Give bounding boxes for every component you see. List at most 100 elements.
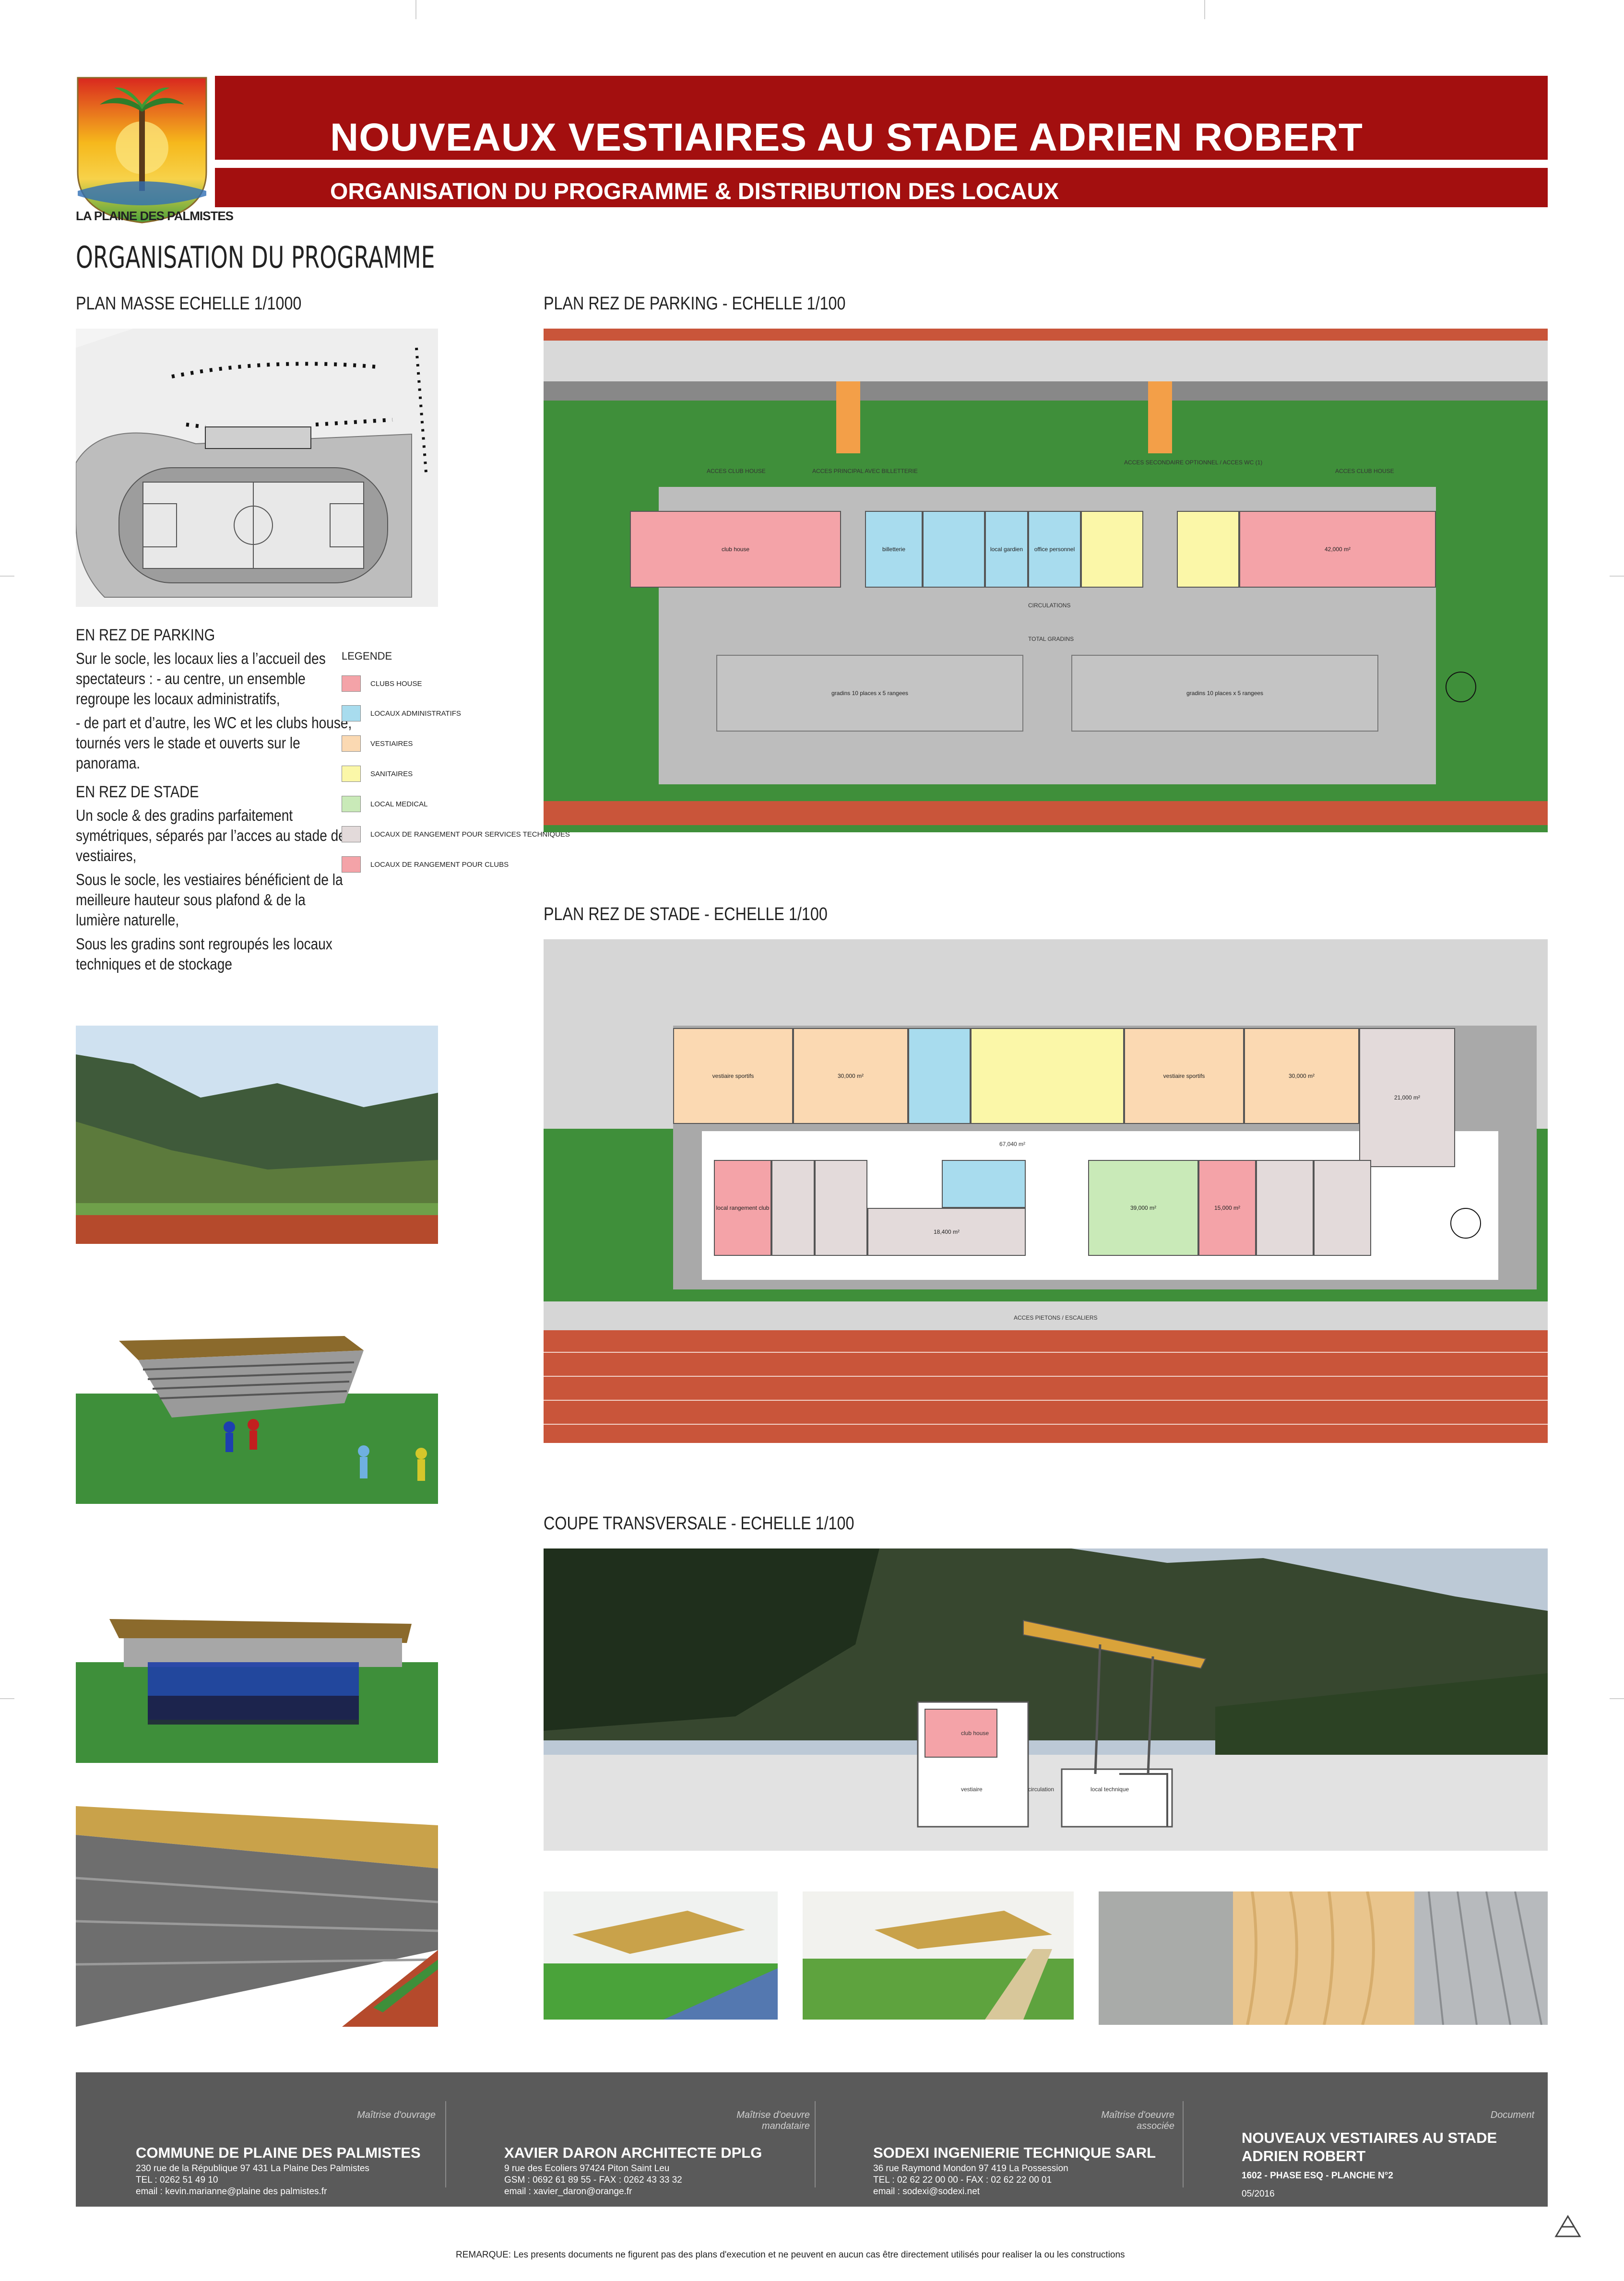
label-acces-club-house: ACCES CLUB HOUSE [707, 468, 766, 474]
logo-caption: LA PLAINE DES PALMISTES [76, 209, 234, 223]
office-personnel-room: office personnel [1028, 511, 1081, 588]
room-label: 30,000 m² [837, 1073, 864, 1079]
material-concrete [1099, 1891, 1233, 2025]
local-medical-room: 39,000 m² [1088, 1160, 1198, 1256]
footer-line: email : sodexi@sodexi.net [873, 2186, 980, 2197]
vmc-room: 18,400 m² [867, 1208, 1026, 1256]
vestiaire-room: vestiaire sportifs [1124, 1028, 1244, 1124]
stade-text-1: Un socle & des gradins parfaitement symé… [76, 806, 353, 864]
footer-name: NOUVEAUX VESTIAIRES AU STADE ADRIEN ROBE… [1242, 2129, 1497, 2164]
legend-swatch [342, 675, 361, 692]
label-acces-club-house: ACCES CLUB HOUSE [1335, 468, 1394, 474]
footer-divider [445, 2101, 446, 2187]
footer-name: COMMUNE DE PLAINE DES PALMISTES [136, 2144, 421, 2161]
room-label: 30,000 m² [1288, 1073, 1315, 1079]
parking-text-1: Sur le socle, les locaux lies a l’accuei… [76, 650, 326, 708]
crop-mark [0, 1698, 14, 1699]
admin-room [942, 1160, 1026, 1208]
storage-room [771, 1160, 815, 1256]
access-path [836, 381, 860, 453]
sanitaires-room [1081, 511, 1143, 588]
storage-room [815, 1160, 867, 1256]
legend-swatch [342, 856, 361, 873]
legend-label: LOCAUX DE RANGEMENT POUR SERVICES TECHNI… [370, 830, 570, 839]
footer-line: 05/2016 [1242, 2189, 1275, 2199]
stade-heading: EN REZ DE STADE [76, 783, 199, 801]
acces-pietons-label: ACCES PIETONS / ESCALIERS [1014, 1314, 1098, 1321]
legend-label: VESTIAIRES [370, 739, 413, 748]
club-house-right: 42,000 m² [1239, 511, 1436, 588]
crop-mark [1610, 576, 1624, 577]
gradins-right: gradins 10 places x 5 rangees [1071, 655, 1378, 732]
municipality-logo [76, 76, 208, 225]
room-label: 18,400 m² [933, 1229, 960, 1235]
rangement-club-room: local rangement club [714, 1160, 771, 1256]
legend-item: LOCAUX DE RANGEMENT POUR SERVICES TECHNI… [342, 826, 570, 842]
parking-plan-title: PLAN REZ DE PARKING - ECHELLE 1/100 [544, 294, 846, 314]
footer-divider [1183, 2101, 1184, 2187]
room-label: gradins 10 places x 5 rangees [1186, 690, 1264, 697]
label-circulations: CIRCULATIONS [1028, 602, 1071, 609]
billetterie-room: billetterie [865, 511, 923, 588]
legend-swatch [342, 735, 361, 752]
room-label: 21,000 m² [1394, 1094, 1421, 1101]
plan-masse-title: PLAN MASSE ECHELLE 1/1000 [76, 294, 302, 314]
sanitaires-room [971, 1028, 1124, 1124]
crop-mark [1610, 1698, 1624, 1699]
legend-label: CLUBS HOUSE [370, 679, 422, 688]
legend-item: LOCAL MEDICAL [342, 796, 427, 812]
footer-line: TEL : 0262 51 49 10 [136, 2175, 218, 2185]
gradins-left: gradins 10 places x 5 rangees [716, 655, 1023, 732]
remark: REMARQUE: Les presents documents ne figu… [456, 2250, 1125, 2260]
room-label: vestiaire sportifs [712, 1073, 754, 1079]
room-label: office personnel [1034, 546, 1075, 553]
footer-line: GSM : 0692 61 89 55 - FAX : 0262 43 33 3… [504, 2175, 682, 2185]
club-house-left: club house [630, 511, 841, 588]
material-metal [1414, 1891, 1548, 2025]
crop-mark [415, 0, 416, 19]
architect-stamp-icon [1553, 2212, 1582, 2239]
north-arrow-icon [1450, 1208, 1481, 1239]
footer-line: TEL : 02 62 22 00 00 - FAX : 02 62 22 00… [873, 2175, 1052, 2185]
local-gardien-room: local gardien [985, 511, 1028, 588]
footer-role: Maîtrise d'ouvrage [357, 2110, 436, 2120]
room-label: local gardien [990, 546, 1023, 553]
room-label: gradins 10 places x 5 rangees [831, 690, 909, 697]
team-render [76, 1609, 438, 1763]
legend-label: SANITAIRES [370, 769, 413, 778]
rangement-services-room [1256, 1160, 1314, 1256]
coupe-vestiaire-label: vestiaire [961, 1786, 983, 1793]
rangement-services-room: 21,000 m² [1359, 1028, 1455, 1167]
stadium-level-plan: vestiaire sportifs 30,000 m² vestiaire s… [544, 939, 1548, 1443]
road [544, 381, 1548, 401]
room-label: 39,000 m² [1130, 1205, 1157, 1211]
access-path [1148, 381, 1172, 453]
coupe-circulation-label: circulation [1028, 1786, 1055, 1793]
crop-mark [1204, 0, 1205, 19]
legend-item: LOCAUX ADMINISTRATIFS [342, 705, 461, 721]
legend-label: LOCAUX ADMINISTRATIFS [370, 709, 461, 718]
footer-line: 1602 - PHASE ESQ - PLANCHE N°2 [1242, 2171, 1393, 2181]
cross-section: club house vestiaire circulation local t… [544, 1548, 1548, 1851]
label-acces-secondaire: ACCES SECONDAIRE OPTIONNEL / ACCES WC (1… [1124, 459, 1263, 466]
stand-render-1 [76, 1322, 438, 1504]
legend-title: LEGENDE [342, 650, 392, 662]
legend-swatch [342, 705, 361, 721]
section-title: ORGANISATION DU PROGRAMME [76, 240, 435, 275]
parking-edge [544, 329, 1548, 341]
legend-label: LOCAUX DE RANGEMENT POUR CLUBS [370, 860, 509, 869]
stand-render-2 [76, 1806, 438, 2027]
legend-swatch [342, 796, 361, 812]
title-block-footer: Maîtrise d'ouvrage COMMUNE DE PLAINE DES… [76, 2072, 1548, 2207]
coupe-title: COUPE TRANSVERSALE - ECHELLE 1/100 [544, 1513, 854, 1534]
stade-text-2: Sous le socle, les vestiaires bénéficien… [76, 871, 343, 929]
footer-line: 9 rue des Ecoliers 97424 Piton Saint Leu [504, 2163, 670, 2174]
footer-line: 36 rue Raymond Mondon 97 419 La Possessi… [873, 2163, 1068, 2174]
legend-item: VESTIAIRES [342, 735, 413, 752]
sanitaires-room [1177, 511, 1239, 588]
footer-role: Maîtrise d'oeuvre mandataire [736, 2110, 810, 2131]
track [544, 801, 1548, 825]
legend-item: LOCAUX DE RANGEMENT POUR CLUBS [342, 856, 509, 873]
vestiaire-room: vestiaire sportifs [673, 1028, 793, 1124]
coupe-local-technique-label: local technique [1091, 1786, 1129, 1793]
